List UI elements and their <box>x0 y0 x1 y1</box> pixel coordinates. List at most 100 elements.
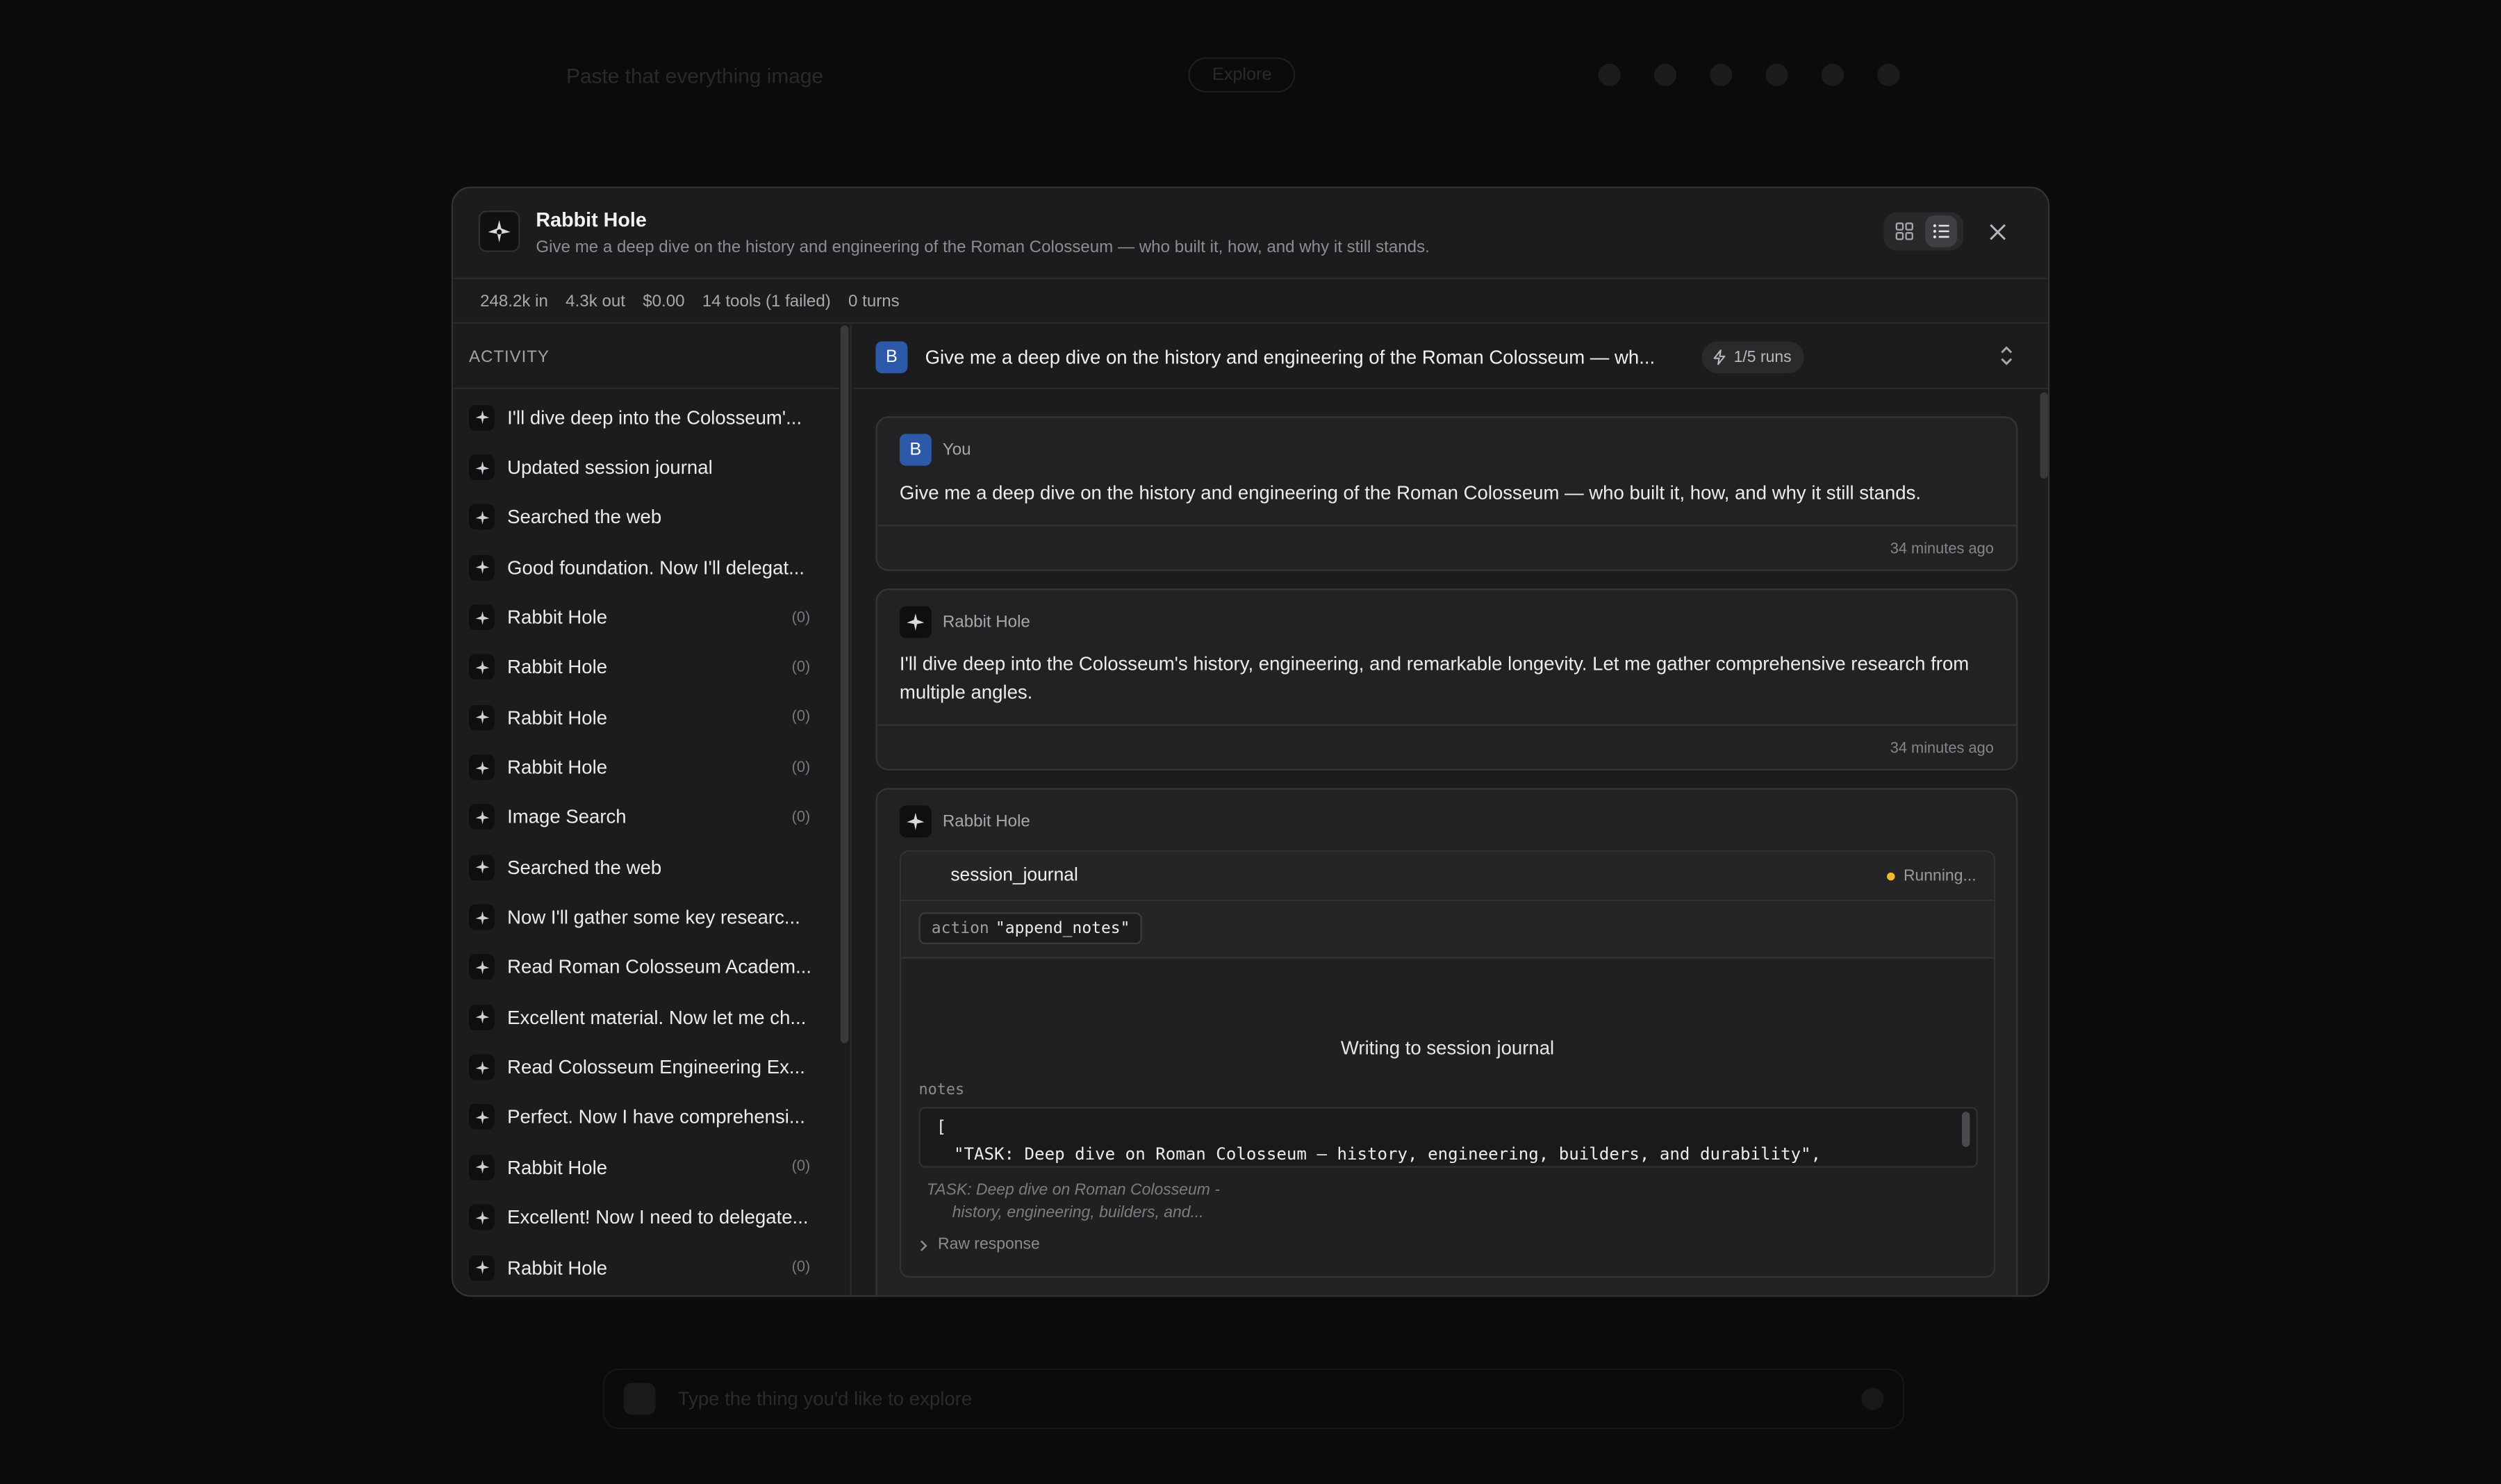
activity-item[interactable]: Good foundation. Now I'll delegat... <box>453 543 839 593</box>
tool-status-label: Running... <box>1903 867 1976 886</box>
activity-item[interactable]: Searched the web <box>453 493 839 543</box>
activity-item[interactable]: I'll dive deep into the Colosseum'... <box>453 393 839 443</box>
tool-call-panel: session_journal Running... action "appen… <box>899 850 1996 1278</box>
grid-view-button[interactable] <box>1888 215 1920 247</box>
activity-item[interactable]: Rabbit Hole (0) <box>453 1142 839 1192</box>
background-composer: Type the thing you'd like to explore <box>602 1368 1905 1430</box>
activity-item[interactable]: Rabbit Hole (0) <box>453 643 839 693</box>
activity-sidebar: ACTIVITY I'll dive deep into the Colosse… <box>453 325 852 1296</box>
argument-key: action <box>931 919 989 937</box>
activity-item[interactable]: Rabbit Hole (0) <box>453 693 839 743</box>
activity-item[interactable]: Rabbit Hole (0) <box>453 743 839 793</box>
tokens-in: 248.2k in <box>480 291 548 311</box>
activity-item[interactable]: Excellent! Now I need to delegate... <box>453 1192 839 1242</box>
conversation-scrollbar[interactable] <box>2040 392 2048 479</box>
code-scrollbar[interactable] <box>1961 1112 1970 1147</box>
rabbit-hole-icon <box>468 755 495 780</box>
message-timestamp: 34 minutes ago <box>877 724 2017 770</box>
modal-header: Rabbit Hole Give me a deep dive on the h… <box>453 188 2048 279</box>
runs-badge[interactable]: 1/5 runs <box>1701 341 1804 374</box>
user-avatar: B <box>875 341 908 374</box>
rabbit-hole-modal: Rabbit Hole Give me a deep dive on the h… <box>451 186 2050 1297</box>
activity-item[interactable]: Image Search (0) <box>453 792 839 842</box>
rabbit-hole-icon <box>468 404 495 431</box>
activity-item[interactable]: Now I'll gather some key researc... <box>453 892 839 942</box>
rabbit-hole-icon <box>468 604 495 630</box>
activity-item[interactable]: Rabbit Hole (0) <box>453 593 839 643</box>
activity-label: Read Roman Colosseum Academ... <box>507 956 812 979</box>
list-view-button[interactable] <box>1925 215 1958 247</box>
running-indicator-icon <box>1887 872 1896 881</box>
activity-count: (0) <box>791 758 811 777</box>
activity-label: Image Search <box>507 806 627 829</box>
activity-label: Excellent material. Now let me ch... <box>507 1006 807 1029</box>
expand-collapse-button[interactable] <box>1997 345 2016 375</box>
thread-header: B Give me a deep dive on the history and… <box>853 325 2048 390</box>
message-text: Give me a deep dive on the history and e… <box>899 481 1922 504</box>
activity-label: I'll dive deep into the Colosseum'... <box>507 406 802 429</box>
activity-item[interactable]: Excellent material. Now let me ch... <box>453 992 839 1042</box>
modal-title: Rabbit Hole <box>536 208 647 231</box>
rabbit-hole-icon <box>468 704 495 730</box>
tool-count: 14 tools (1 failed) <box>702 291 831 311</box>
user-avatar: B <box>899 434 932 466</box>
modal-subtitle: Give me a deep dive on the history and e… <box>536 238 1430 257</box>
rabbit-hole-icon <box>468 905 495 930</box>
message-text: I'll dive deep into the Colosseum's hist… <box>899 652 1970 703</box>
rabbit-hole-icon <box>468 1104 495 1130</box>
activity-label: Read Colosseum Engineering Ex... <box>507 1056 805 1079</box>
activity-label: Updated session journal <box>507 456 713 479</box>
notes-code-block[interactable]: [ "TASK: Deep dive on Roman Colosseum – … <box>918 1107 1978 1168</box>
view-toggle <box>1883 212 1964 251</box>
notes-summary: TASK: Deep dive on Roman Colosseum - his… <box>927 1180 1220 1225</box>
background-composer-icon <box>623 1383 656 1415</box>
rabbit-hole-logo-icon <box>478 211 520 252</box>
divider <box>453 387 839 390</box>
tool-call-header[interactable]: session_journal Running... <box>901 852 1994 902</box>
message-author: Rabbit Hole <box>899 606 1030 638</box>
background-icon <box>1599 63 1621 86</box>
rabbit-hole-icon <box>468 1204 495 1230</box>
activity-count: (0) <box>791 658 811 677</box>
background-icon <box>1877 63 1901 86</box>
rabbit-hole-icon <box>468 1004 495 1030</box>
tool-progress-message: Writing to session journal <box>1340 1037 1555 1060</box>
chevron-up-down-icon <box>2001 346 2013 365</box>
argument-chip: action "append_notes" <box>918 912 1143 945</box>
message-card-assistant: Rabbit Hole I'll dive deep into the Colo… <box>875 588 2018 770</box>
activity-count: (0) <box>791 1258 811 1276</box>
close-icon <box>1989 223 2005 240</box>
tool-status: Running... <box>1887 867 1976 886</box>
background-icon <box>1766 63 1789 86</box>
activity-item[interactable]: Rabbit Hole (0) <box>453 1242 839 1292</box>
activity-label: Rabbit Hole <box>507 656 608 679</box>
activity-label: Good foundation. Now I'll delegat... <box>507 556 805 579</box>
raw-response-label: Raw response <box>937 1236 1040 1254</box>
raw-response-toggle[interactable]: Raw response <box>918 1236 1040 1254</box>
rabbit-hole-avatar-icon <box>899 805 932 838</box>
activity-label: Perfect. Now I have comprehensi... <box>507 1106 805 1129</box>
activity-item[interactable]: Read Colosseum Engineering Ex... <box>453 1042 839 1092</box>
rabbit-hole-icon <box>468 654 495 680</box>
activity-count: (0) <box>791 808 811 827</box>
message-card-user: B You Give me a deep dive on the history… <box>875 416 2018 571</box>
rabbit-hole-icon <box>468 1054 495 1080</box>
usage-stats: 248.2k in 4.3k out $0.00 14 tools (1 fai… <box>453 279 2048 324</box>
activity-label: Searched the web <box>507 506 662 529</box>
activity-label: Rabbit Hole <box>507 606 608 629</box>
sidebar-scrollbar[interactable] <box>840 325 849 1044</box>
background-icon <box>1822 63 1844 86</box>
close-button[interactable] <box>1986 220 2008 242</box>
message-author: B You <box>899 434 971 466</box>
activity-item[interactable]: Read Roman Colosseum Academ... <box>453 942 839 992</box>
activity-item[interactable]: Updated session journal <box>453 443 839 493</box>
summary-line: history, engineering, builders, and... <box>952 1204 1204 1222</box>
rabbit-hole-icon <box>468 454 495 481</box>
activity-item[interactable]: Perfect. Now I have comprehensi... <box>453 1092 839 1142</box>
code-line: "TASK: Deep dive on Roman Colosseum – hi… <box>953 1145 1822 1165</box>
activity-label: Rabbit Hole <box>507 706 608 729</box>
rabbit-hole-icon <box>468 855 495 880</box>
activity-item[interactable]: Searched the web <box>453 842 839 892</box>
background-pill: Explore <box>1188 57 1296 93</box>
message-card-tool: Rabbit Hole session_journal Running... a… <box>875 788 2018 1296</box>
